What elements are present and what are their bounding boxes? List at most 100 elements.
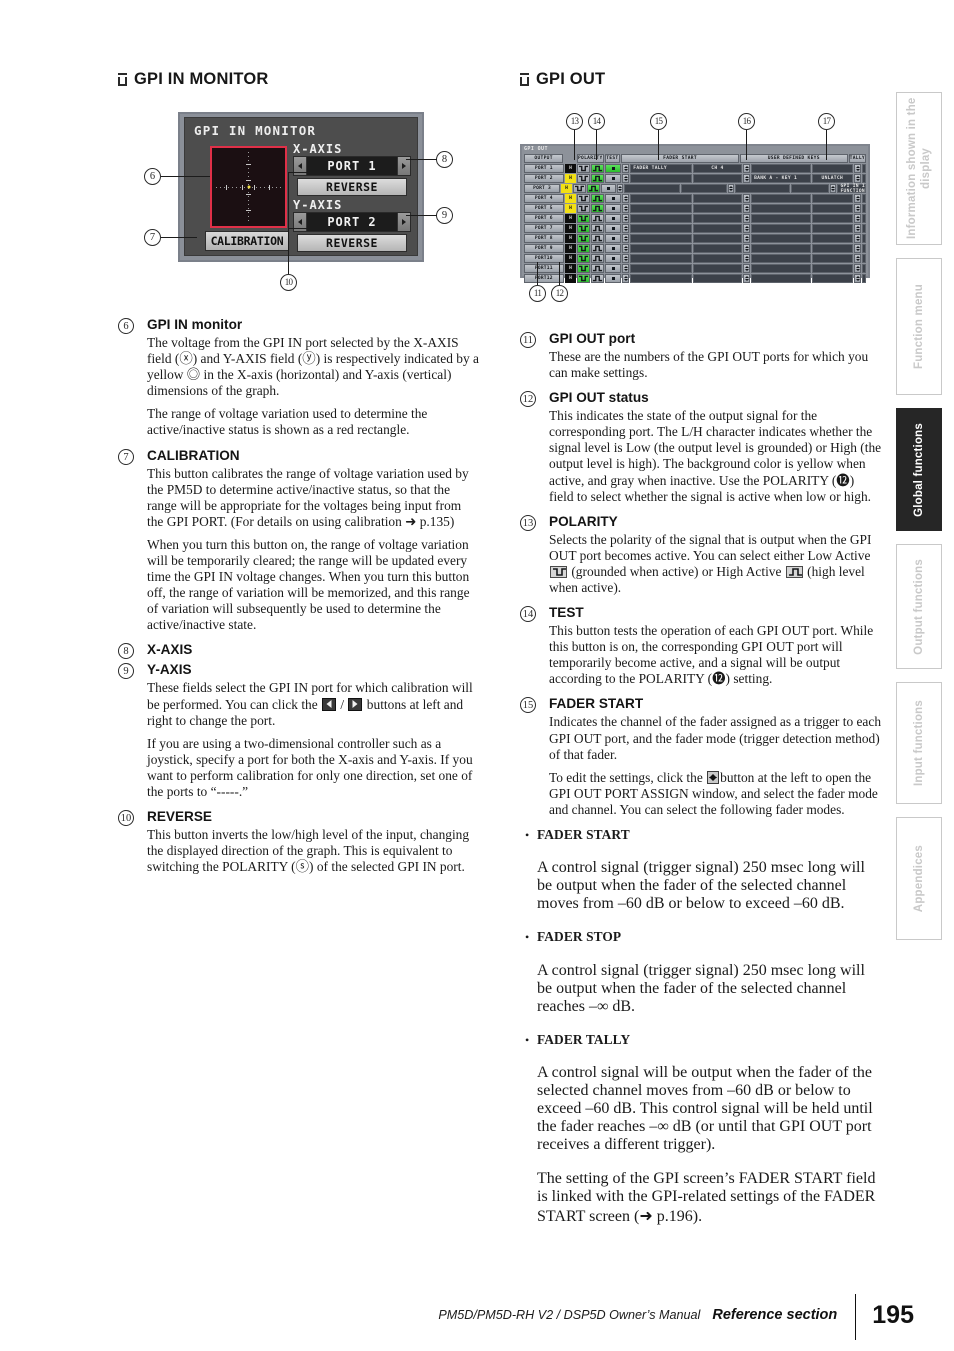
x-axis-reverse-button[interactable]: REVERSE: [297, 178, 407, 196]
fader-mode-field[interactable]: [630, 254, 692, 263]
low-active-button[interactable]: [577, 234, 591, 243]
fader-channel-field[interactable]: [692, 224, 743, 233]
fader-channel-field[interactable]: [692, 244, 743, 253]
udk-mode-field[interactable]: [811, 244, 854, 253]
udk-bank-field[interactable]: BANK A - KEY 1: [751, 174, 811, 183]
test-button[interactable]: [600, 184, 616, 193]
low-active-button[interactable]: [577, 174, 591, 183]
low-active-button[interactable]: [577, 254, 591, 263]
user-defined-keys-spinner-button[interactable]: [743, 174, 751, 183]
user-defined-keys-spinner-button[interactable]: [743, 264, 751, 273]
user-defined-keys-spinner-button[interactable]: [743, 194, 751, 203]
fader-mode-field[interactable]: [630, 204, 692, 213]
fader-start-spinner-button[interactable]: [622, 264, 630, 273]
udk-bank-field[interactable]: [751, 214, 811, 223]
fader-mode-field[interactable]: [630, 274, 692, 283]
side-tab-information-shown-in-the-display[interactable]: Information shown in the display: [896, 92, 942, 245]
low-active-button[interactable]: [577, 214, 591, 223]
fader-start-spinner-button[interactable]: [622, 204, 630, 213]
high-active-button[interactable]: [591, 244, 605, 253]
fader-start-spinner-button[interactable]: [622, 164, 630, 173]
udk-bank-field[interactable]: [751, 224, 811, 233]
side-tab-appendices[interactable]: Appendices: [896, 817, 942, 940]
udk-mode-field[interactable]: UNLATCH: [811, 174, 854, 183]
udk-bank-field[interactable]: [735, 184, 790, 193]
user-defined-keys-spinner-button[interactable]: [743, 254, 751, 263]
fader-mode-field[interactable]: [630, 194, 692, 203]
x-axis-port-field[interactable]: PORT 1: [293, 156, 411, 176]
tally-spinner-button[interactable]: [854, 274, 862, 283]
tally-spinner-button[interactable]: [854, 214, 862, 223]
tally-spinner-button[interactable]: [854, 244, 862, 253]
high-active-button[interactable]: [591, 164, 605, 173]
test-button[interactable]: [605, 234, 622, 243]
udk-bank-field[interactable]: [751, 204, 811, 213]
low-active-button[interactable]: [577, 264, 591, 273]
fader-channel-field[interactable]: [692, 194, 743, 203]
tally-spinner-button[interactable]: [829, 184, 837, 193]
high-active-button[interactable]: [591, 234, 605, 243]
tally-field[interactable]: [862, 274, 867, 283]
high-active-button[interactable]: [591, 274, 605, 283]
fader-channel-field[interactable]: [692, 204, 743, 213]
user-defined-keys-spinner-button[interactable]: [743, 164, 751, 173]
udk-mode-field[interactable]: [811, 274, 854, 283]
high-active-button[interactable]: [591, 204, 605, 213]
test-button[interactable]: [605, 274, 622, 283]
test-button[interactable]: [605, 254, 622, 263]
high-active-button[interactable]: [591, 264, 605, 273]
udk-bank-field[interactable]: [751, 234, 811, 243]
gpi-out-port-button[interactable]: PORT 9: [524, 244, 564, 253]
fader-channel-field[interactable]: [692, 214, 743, 223]
high-active-button[interactable]: [591, 214, 605, 223]
tally-field[interactable]: [862, 244, 867, 253]
fader-channel-field[interactable]: [692, 274, 743, 283]
udk-mode-field[interactable]: [811, 194, 854, 203]
high-active-button[interactable]: [591, 254, 605, 263]
test-button[interactable]: [605, 214, 622, 223]
high-active-button[interactable]: [591, 224, 605, 233]
udk-mode-field[interactable]: [811, 164, 854, 173]
low-active-button[interactable]: [577, 244, 591, 253]
test-button[interactable]: [605, 164, 622, 173]
tally-field[interactable]: [862, 164, 867, 173]
udk-bank-field[interactable]: [751, 244, 811, 253]
fader-channel-field[interactable]: [692, 264, 743, 273]
fader-channel-field[interactable]: [692, 254, 743, 263]
gpi-out-port-button[interactable]: PORT 2: [524, 174, 564, 183]
fader-channel-field[interactable]: [681, 184, 727, 193]
test-button[interactable]: [605, 224, 622, 233]
y-axis-reverse-button[interactable]: REVERSE: [297, 234, 407, 252]
tally-spinner-button[interactable]: [854, 224, 862, 233]
fader-start-spinner-button[interactable]: [622, 174, 630, 183]
fader-mode-field[interactable]: [630, 224, 692, 233]
gpi-out-port-button[interactable]: PORT 3: [524, 184, 561, 193]
test-button[interactable]: [605, 264, 622, 273]
fader-start-spinner-button[interactable]: [622, 214, 630, 223]
fader-mode-field[interactable]: [630, 174, 692, 183]
gpi-out-port-button[interactable]: PORT11: [524, 264, 564, 273]
udk-bank-field[interactable]: [751, 274, 811, 283]
udk-mode-field[interactable]: [790, 184, 829, 193]
side-tab-function-menu[interactable]: Function menu: [896, 258, 942, 395]
udk-mode-field[interactable]: [811, 264, 854, 273]
fader-start-spinner-button[interactable]: [622, 274, 630, 283]
tally-field[interactable]: [862, 254, 867, 263]
fader-start-spinner-button[interactable]: [622, 234, 630, 243]
side-tab-input-functions[interactable]: Input functions: [896, 682, 942, 804]
test-button[interactable]: [605, 204, 622, 213]
high-active-button[interactable]: [586, 184, 600, 193]
tally-spinner-button[interactable]: [854, 164, 862, 173]
test-button[interactable]: [605, 244, 622, 253]
fader-mode-field[interactable]: FADER TALLY: [630, 164, 692, 173]
fader-channel-field[interactable]: CH 4: [692, 164, 743, 173]
low-active-button[interactable]: [577, 194, 591, 203]
tally-field[interactable]: [862, 194, 867, 203]
tally-field[interactable]: [862, 224, 867, 233]
fader-mode-field[interactable]: [624, 184, 681, 193]
udk-bank-field[interactable]: [751, 264, 811, 273]
low-active-button[interactable]: [577, 224, 591, 233]
user-defined-keys-spinner-button[interactable]: [743, 274, 751, 283]
user-defined-keys-spinner-button[interactable]: [743, 204, 751, 213]
fader-channel-field[interactable]: [692, 234, 743, 243]
